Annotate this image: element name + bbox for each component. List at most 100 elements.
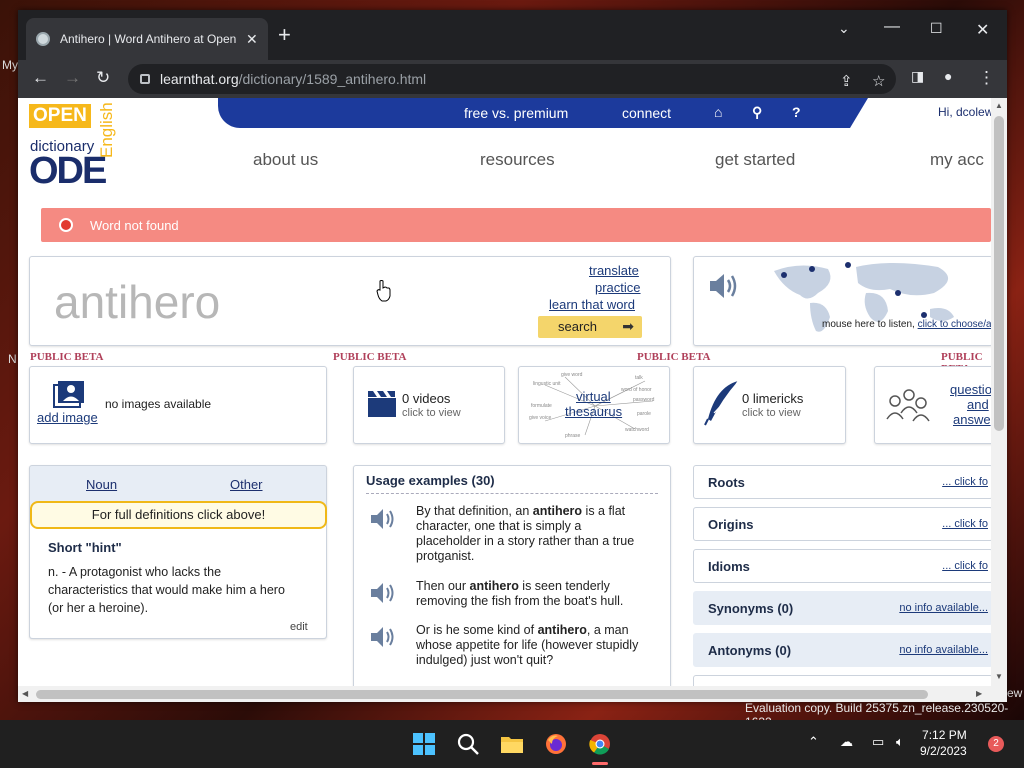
roots-label: Roots — [708, 475, 745, 490]
user-greeting[interactable]: Hi, dcolew — [938, 105, 993, 119]
add-image-link[interactable]: add image — [37, 410, 98, 425]
idioms-row[interactable]: Idioms ... click fo — [693, 549, 993, 583]
thesaurus-link[interactable]: thesaurus — [565, 404, 622, 419]
search-button-label: search — [558, 319, 598, 334]
answers-link[interactable]: answe — [953, 412, 991, 427]
profile-icon[interactable]: ● — [944, 68, 952, 84]
scroll-down-icon[interactable]: ▼ — [995, 672, 1003, 681]
roots-more-link[interactable]: ... click fo — [942, 476, 988, 488]
roots-row[interactable]: Roots ... click fo — [693, 465, 993, 499]
system-clock[interactable]: 7:12 PM 9/2/2023 — [920, 727, 967, 759]
synonyms-row[interactable]: Synonyms (0) no info available... — [693, 591, 993, 625]
quill-icon — [704, 380, 739, 426]
tab-close-icon[interactable]: ✕ — [246, 31, 258, 48]
notification-badge[interactable]: 2 — [988, 736, 1004, 752]
address-bar[interactable]: learnthat.org/dictionary/1589_antihero.h… — [128, 64, 896, 94]
share-icon[interactable]: ⇪ — [840, 72, 853, 90]
network-icon[interactable]: ▭ — [872, 734, 884, 750]
scroll-up-icon[interactable]: ▲ — [995, 101, 1003, 110]
home-icon[interactable]: ⌂ — [714, 104, 722, 120]
site-favicon-icon — [36, 32, 50, 46]
usage-example-word: antihero — [537, 623, 587, 637]
start-windows-icon[interactable] — [412, 732, 436, 756]
horizontal-scrollbar[interactable]: ◀ ▶ — [18, 686, 1007, 702]
tab-search-icon[interactable]: ⌄ — [838, 20, 850, 37]
ode-logo[interactable]: OPEN dictionary ODE English — [29, 100, 119, 192]
volume-icon[interactable]: 🔈︎ — [896, 734, 904, 750]
menu-kebab-icon[interactable]: ⋮ — [978, 68, 995, 88]
chrome-icon[interactable] — [588, 732, 612, 756]
questions-link[interactable]: questio — [950, 382, 992, 397]
speaker-icon[interactable] — [368, 622, 398, 652]
and-link[interactable]: and — [967, 397, 989, 412]
show-hidden-icons[interactable]: ⌃ — [808, 734, 819, 750]
add-image-icon[interactable] — [52, 380, 86, 410]
arrow-right-icon: ➡ — [622, 318, 634, 334]
horizontal-scroll-thumb[interactable] — [36, 690, 928, 699]
firefox-icon[interactable] — [544, 732, 568, 756]
maximize-icon[interactable]: ☐ — [930, 20, 943, 37]
choose-add-link[interactable]: click to choose/add — [918, 319, 1003, 330]
virtual-link[interactable]: virtual — [576, 389, 611, 404]
search-button[interactable]: search ➡ — [538, 316, 642, 338]
new-tab-button[interactable]: + — [278, 24, 291, 46]
menu-resources[interactable]: resources — [480, 150, 555, 170]
minimize-icon[interactable]: — — [884, 18, 900, 36]
bookmark-star-icon[interactable]: ☆ — [872, 72, 885, 90]
tab-title: Antihero | Word Antihero at Open Diction… — [60, 32, 238, 46]
full-definitions-banner[interactable]: For full definitions click above! — [30, 501, 327, 529]
close-window-icon[interactable]: ✕ — [976, 20, 989, 40]
public-beta-label: PUBLIC BETA — [333, 351, 407, 363]
vertical-scrollbar[interactable]: ▲ ▼ — [991, 98, 1007, 686]
synonyms-more-link[interactable]: no info available... — [899, 602, 988, 614]
usage-title: Usage examples (30) — [366, 473, 495, 488]
idioms-more-link[interactable]: ... click fo — [942, 560, 988, 572]
practice-link[interactable]: practice — [595, 280, 641, 295]
videos-card[interactable]: 0 videos click to view — [353, 366, 505, 444]
translate-link[interactable]: translate — [589, 263, 639, 278]
menu-about-us[interactable]: about us — [253, 150, 318, 170]
antonyms-more-link[interactable]: no info available... — [899, 644, 988, 656]
search-icon[interactable] — [456, 732, 480, 756]
speaker-icon[interactable] — [368, 504, 398, 534]
usage-example: Then our antihero is seen tenderly remov… — [416, 579, 656, 609]
questions-answers-card[interactable]: questio and answe — [874, 366, 1004, 444]
limericks-sub: click to view — [742, 407, 801, 419]
edit-link[interactable]: edit — [290, 621, 308, 633]
file-explorer-icon[interactable] — [500, 732, 524, 756]
virtual-thesaurus-card[interactable]: lingustic unit give word talk password giv… — [518, 366, 670, 444]
vertical-scroll-thumb[interactable] — [994, 116, 1004, 431]
free-vs-premium-link[interactable]: free vs. premium — [464, 105, 568, 121]
tab-strip: Antihero | Word Antihero at Open Diction… — [18, 10, 1007, 60]
side-panel-icon[interactable]: ◨ — [911, 68, 924, 85]
svg-text:phrase: phrase — [565, 433, 581, 439]
tab-other[interactable]: Other — [230, 477, 263, 492]
origins-row[interactable]: Origins ... click fo — [693, 507, 993, 541]
reload-icon[interactable]: ↻ — [96, 68, 110, 88]
speaker-icon[interactable] — [368, 578, 398, 608]
limericks-card[interactable]: 0 limericks click to view — [693, 366, 846, 444]
speaker-icon[interactable] — [706, 269, 740, 303]
scroll-left-icon[interactable]: ◀ — [22, 689, 28, 698]
tab-noun[interactable]: Noun — [86, 477, 117, 492]
learn-that-word-link[interactable]: learn that word — [549, 297, 635, 312]
antonyms-row[interactable]: Antonyms (0) no info available... — [693, 633, 993, 667]
search-icon[interactable]: ⚲ — [752, 104, 762, 121]
browser-tab[interactable]: Antihero | Word Antihero at Open Diction… — [26, 18, 268, 60]
origins-more-link[interactable]: ... click fo — [942, 518, 988, 530]
menu-get-started[interactable]: get started — [715, 150, 795, 170]
help-icon[interactable]: ? — [792, 104, 801, 120]
definitions-card: Noun Other For full definitions click ab… — [29, 465, 327, 639]
logo-open-text: OPEN — [29, 104, 91, 128]
forward-icon[interactable]: → — [64, 68, 81, 88]
active-app-indicator — [592, 762, 608, 765]
usage-example: By that definition, an antihero is a fla… — [416, 504, 646, 564]
back-icon[interactable]: ← — [32, 68, 49, 88]
pronunciation-map-card[interactable]: mouse here to listen, click to choose/ad… — [693, 256, 1003, 346]
hint-text: n. - A protagonist who lacks the charact… — [48, 565, 285, 615]
public-beta-label: PUBLIC BETA — [30, 351, 104, 363]
menu-my-account[interactable]: my acc — [930, 150, 984, 170]
connect-link[interactable]: connect — [622, 105, 671, 121]
scroll-right-icon[interactable]: ▶ — [976, 689, 982, 698]
cloud-icon[interactable]: ☁ — [840, 734, 853, 750]
